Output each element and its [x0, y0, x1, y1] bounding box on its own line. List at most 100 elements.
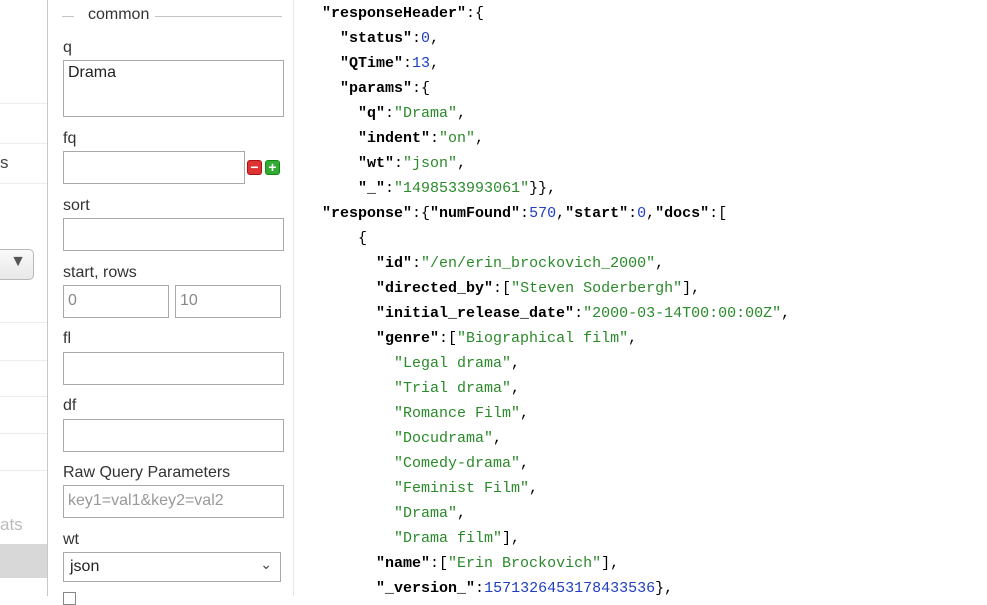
- legend-line: [152, 16, 282, 17]
- json-punct: [322, 80, 340, 97]
- nav-separator: [0, 183, 47, 184]
- fq-label: fq: [63, 130, 77, 147]
- json-string: "Steven Soderbergh": [511, 280, 683, 297]
- json-punct: ,: [520, 405, 530, 422]
- json-punct: ],: [601, 555, 620, 572]
- json-punct: [322, 505, 394, 522]
- json-key: "responseHeader": [322, 5, 467, 22]
- sort-input[interactable]: [63, 218, 284, 251]
- core-selector[interactable]: ▼: [0, 249, 34, 280]
- json-punct: :: [385, 105, 395, 122]
- q-textarea[interactable]: Drama: [63, 60, 284, 117]
- json-key: "start": [565, 205, 629, 222]
- start-rows-label: start, rows: [63, 264, 137, 281]
- json-key: "genre": [376, 330, 440, 347]
- json-punct: ,: [430, 30, 440, 47]
- json-string: "Drama": [394, 505, 458, 522]
- json-number: 0: [421, 30, 431, 47]
- json-key: "numFound": [430, 205, 521, 222]
- json-string: "on": [439, 130, 476, 147]
- json-line: "Romance Film",: [322, 405, 529, 423]
- json-string: "Docudrama": [394, 430, 494, 447]
- json-string: "json": [403, 155, 458, 172]
- json-key: "params": [340, 80, 413, 97]
- json-string: "Feminist Film": [394, 480, 530, 497]
- json-punct: [322, 580, 376, 596]
- nav-item-fragment[interactable]: s: [0, 153, 9, 173]
- json-line: "response":{"numFound":570,"start":0,"do…: [322, 205, 727, 223]
- df-label: df: [63, 397, 77, 414]
- fl-label: fl: [63, 330, 71, 347]
- rows-input[interactable]: 10: [175, 285, 281, 318]
- json-string: "Comedy-drama": [394, 455, 521, 472]
- json-punct: ,: [457, 505, 467, 522]
- wt-select[interactable]: json ⌄: [63, 552, 281, 582]
- json-key: "initial_release_date": [376, 305, 575, 322]
- fq-input[interactable]: [63, 151, 245, 184]
- sort-label: sort: [63, 197, 90, 214]
- json-punct: {: [322, 230, 368, 247]
- json-punct: ,: [520, 455, 530, 472]
- legend-line: [62, 16, 74, 17]
- start-input[interactable]: 0: [63, 285, 169, 318]
- json-punct: [322, 30, 340, 47]
- json-punct: ,: [475, 130, 485, 147]
- json-punct: },: [655, 580, 674, 596]
- json-string: "Drama film": [394, 530, 503, 547]
- legend-text: common: [82, 6, 156, 24]
- json-punct: ,: [493, 430, 503, 447]
- minus-icon[interactable]: −: [247, 160, 262, 175]
- json-line: "Comedy-drama",: [322, 455, 529, 473]
- df-input[interactable]: [63, 419, 284, 452]
- checkbox[interactable]: [63, 592, 76, 605]
- nav-separator: [0, 322, 47, 323]
- json-line: {: [322, 230, 367, 248]
- json-punct: :: [412, 255, 422, 272]
- json-line: "wt":"json",: [322, 155, 466, 173]
- json-line: "_":"1498533993061"}},: [322, 180, 556, 198]
- json-punct: :[: [493, 280, 512, 297]
- json-string: "Romance Film": [394, 405, 521, 422]
- json-key: "id": [376, 255, 413, 272]
- json-punct: :: [520, 205, 530, 222]
- fieldset-legend-common: common: [62, 6, 282, 26]
- plus-icon[interactable]: +: [265, 160, 280, 175]
- json-punct: ,: [529, 480, 539, 497]
- json-line: "Feminist Film",: [322, 480, 538, 498]
- nav-separator: [0, 470, 47, 471]
- json-punct: ,: [511, 380, 521, 397]
- nav-separator: [0, 433, 47, 434]
- json-key: "docs": [655, 205, 710, 222]
- fl-input[interactable]: [63, 352, 284, 385]
- nav-separator: [0, 143, 47, 144]
- json-punct: ,: [457, 155, 467, 172]
- json-line: "q":"Drama",: [322, 105, 466, 123]
- json-punct: [322, 255, 376, 272]
- query-form: common q Drama fq − + sort start, rows 0…: [48, 0, 293, 605]
- json-punct: :: [628, 205, 638, 222]
- json-punct: [322, 455, 394, 472]
- json-punct: :: [403, 55, 413, 72]
- json-punct: [322, 480, 394, 497]
- json-line: "Trial drama",: [322, 380, 520, 398]
- json-line: "Legal drama",: [322, 355, 520, 373]
- nav-separator: [0, 396, 47, 397]
- json-punct: [322, 355, 394, 372]
- json-punct: [322, 405, 394, 422]
- json-key: "name": [376, 555, 431, 572]
- json-line: "params":{: [322, 80, 430, 98]
- nav-item-fragment[interactable]: ats: [0, 515, 23, 535]
- nav-item-query-active[interactable]: [0, 544, 47, 578]
- chevron-down-icon: ⌄: [260, 556, 272, 572]
- json-string: "Biographical film": [457, 330, 629, 347]
- json-punct: :{: [466, 5, 485, 22]
- json-punct: :: [475, 580, 485, 596]
- json-string: "Drama": [394, 105, 458, 122]
- json-string: "1498533993061": [394, 180, 530, 197]
- json-punct: [322, 55, 340, 72]
- json-punct: :{: [412, 205, 431, 222]
- raw-params-input[interactable]: key1=val1&key2=val2: [63, 485, 284, 518]
- json-number: 1571326453178433536: [484, 580, 656, 596]
- json-line: "directed_by":["Steven Soderbergh"],: [322, 280, 700, 298]
- wt-label: wt: [63, 531, 79, 548]
